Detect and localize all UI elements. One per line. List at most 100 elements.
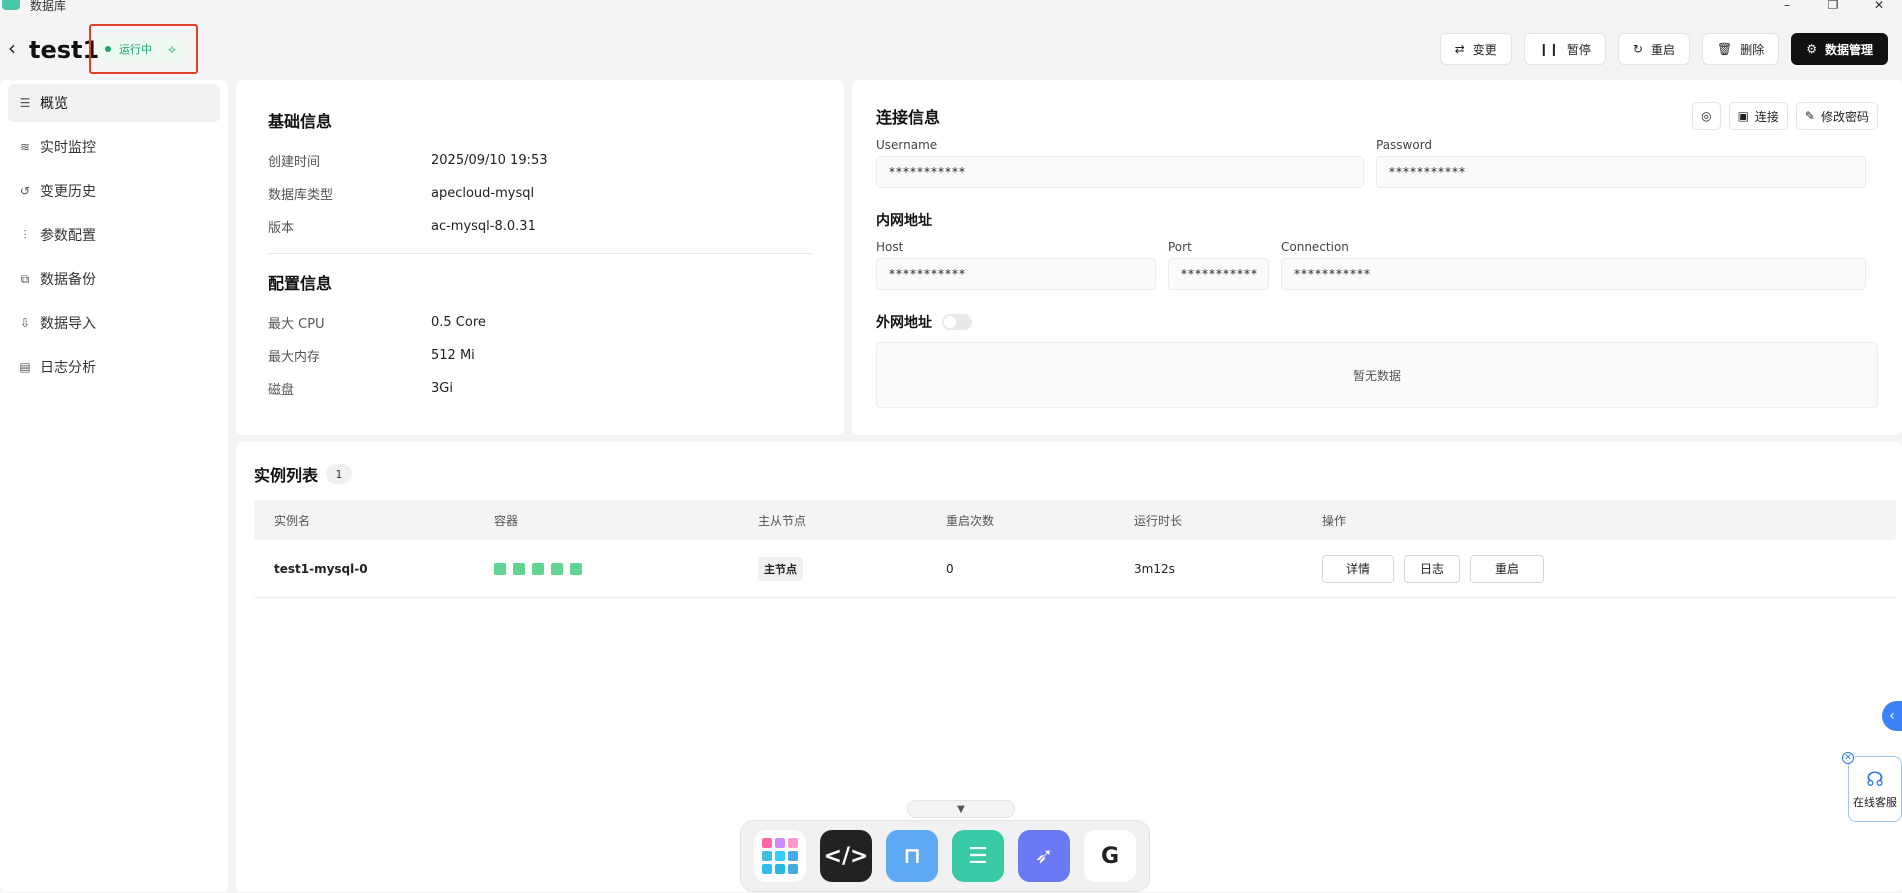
connection-title: 连接信息 [876,108,941,127]
sidebar-item-label: 日志分析 [40,360,96,376]
table-row: test1-mysql-0 主节点 0 3m12s 详情 日志 重启 [254,540,1896,598]
detail-button[interactable]: 详情 [1322,554,1394,583]
internal-address-row: Host *********** Port *********** Connec… [876,240,1878,290]
port-group: Port *********** [1168,240,1269,290]
headset-icon: ☊ [1866,767,1884,791]
port-field[interactable]: *********** [1168,258,1269,290]
close-icon[interactable]: ✕ [1856,0,1902,12]
restart-label: 重启 [1650,42,1675,57]
sidebar-item-label: 数据备份 [40,272,96,288]
connection-string-label: Connection [1281,240,1349,254]
username-group: Username *********** [876,138,1364,188]
sidebar-item-params[interactable]: ⫶ 参数配置 [8,216,220,254]
chevron-left-icon: ‹ [1889,708,1895,724]
external-address-toggle[interactable] [942,314,972,330]
username-field[interactable]: *********** [876,156,1364,188]
info-row: 版本 ac-mysql-8.0.31 [268,210,812,243]
toggle-visibility-button[interactable]: ◎ [1692,102,1721,130]
page-header: ‹ test1 运行中 ⟡ ⇄ 变更 ❙❙ 暂停 ↻ 重启 🗑 删除 ⚙ 数据管理 [0,24,1902,76]
column-header: 运行时长 [1134,513,1183,528]
credentials-row: Username *********** Password **********… [876,138,1878,188]
sidebar-item-history[interactable]: ↺ 变更历史 [8,172,220,210]
basic-info-title: 基础信息 [268,112,333,131]
restart-button[interactable]: ↻ 重启 [1617,33,1690,65]
pause-button[interactable]: ❙❙ 暂停 [1523,33,1606,65]
data-manage-button[interactable]: ⚙ 数据管理 [1791,33,1888,65]
sidebar-item-label: 变更历史 [40,184,96,200]
change-password-button[interactable]: ✎ 修改密码 [1795,102,1878,130]
container-status-square [494,562,506,575]
change-button[interactable]: ⇄ 变更 [1439,33,1512,65]
instance-count-badge: 1 [326,464,353,484]
divider [268,253,812,254]
host-group: Host *********** [876,240,1156,290]
grid-dot [788,838,798,848]
connection-actions: ◎ ▣ 连接 ✎ 修改密码 [1692,102,1878,130]
pause-icon: ❙❙ [1538,42,1559,56]
app-launcher-icon[interactable] [754,830,806,882]
eye-off-icon: ◎ [1701,109,1712,123]
sidebar-item-logs[interactable]: ▤ 日志分析 [8,348,220,386]
sidebar-item-monitor[interactable]: ≋ 实时监控 [8,128,220,166]
config-key: 最大 CPU [268,317,325,332]
launcher-grid [762,838,798,874]
external-address-header: 外网地址 [876,312,1878,332]
password-label: Password [1376,138,1433,152]
column-header: 重启次数 [946,513,995,528]
back-arrow-icon[interactable]: ‹ [8,36,22,60]
connection-string-field[interactable]: *********** [1281,258,1866,290]
sidebar-item-import[interactable]: ⇩ 数据导入 [8,304,220,342]
devbox-icon[interactable]: </> [820,830,872,882]
sidebar-item-backup[interactable]: ⧉ 数据备份 [8,260,220,298]
loading-icon: ⟡ [168,41,176,56]
manage-label: 数据管理 [1824,42,1873,57]
refresh-icon: ↻ [1632,42,1643,56]
info-value: 2025/09/10 19:53 [431,153,548,168]
minimize-icon[interactable]: – [1764,0,1810,12]
container-status-square [513,562,525,575]
sidebar-item-overview[interactable]: ☰ 概览 [8,84,220,122]
grid-dot [762,838,772,848]
sidebar-item-label: 参数配置 [40,228,96,244]
password-field[interactable]: *********** [1376,156,1866,188]
config-key: 最大内存 [268,350,321,365]
maximize-icon[interactable]: ❐ [1810,0,1856,12]
online-support-widget[interactable]: ☊ 在线客服 [1848,756,1902,822]
info-row: 创建时间 2025/09/10 19:53 [268,144,812,177]
trash-icon: 🗑 [1716,42,1733,56]
instance-name: test1-mysql-0 [274,561,368,576]
support-close-icon[interactable]: ✕ [1842,752,1854,764]
grid-dot [775,851,785,861]
app-dock: </> ⊓ ☰ ➶ G [740,820,1150,892]
g-logo-icon[interactable]: G [1084,830,1136,882]
log-icon: ▤ [19,360,31,374]
window-controls: – ❐ ✕ [1764,0,1902,12]
column-header: 主从节点 [758,513,807,528]
config-info-title: 配置信息 [268,274,333,293]
role-cell: 主节点 [758,556,946,581]
containers-cell [494,562,758,575]
connection-string-group: Connection *********** [1281,240,1866,290]
config-row: 磁盘 3Gi [268,372,812,405]
dock-toggle[interactable]: ▼ [907,800,1015,818]
config-value: 0.5 Core [431,315,486,330]
port-label: Port [1168,240,1192,254]
grid-dot [762,851,772,861]
external-address-title: 外网地址 [876,315,932,331]
connect-button[interactable]: ▣ 连接 [1728,102,1788,130]
instance-restart-button[interactable]: 重启 [1470,554,1544,583]
log-button[interactable]: 日志 [1404,554,1460,583]
delete-button[interactable]: 🗑 删除 [1701,33,1780,65]
rocket-icon[interactable]: ➶ [1018,830,1070,882]
host-field[interactable]: *********** [876,258,1156,290]
database-icon[interactable]: ☰ [952,830,1004,882]
chevron-down-icon: ▼ [957,803,965,815]
sidebar: ☰ 概览 ≋ 实时监控 ↺ 变更历史 ⫶ 参数配置 ⧉ 数据备份 ⇩ 数据导入 ▤ 日志分析 [0,80,228,892]
config-row: 最大 CPU 0.5 Core [268,306,812,339]
app-store-icon[interactable]: ⊓ [886,830,938,882]
support-label: 在线客服 [1853,796,1897,809]
app-icon [2,0,20,10]
external-address-empty: 暂无数据 [876,342,1878,408]
password-group: Password *********** [1376,138,1866,188]
info-value: ac-mysql-8.0.31 [431,219,536,234]
